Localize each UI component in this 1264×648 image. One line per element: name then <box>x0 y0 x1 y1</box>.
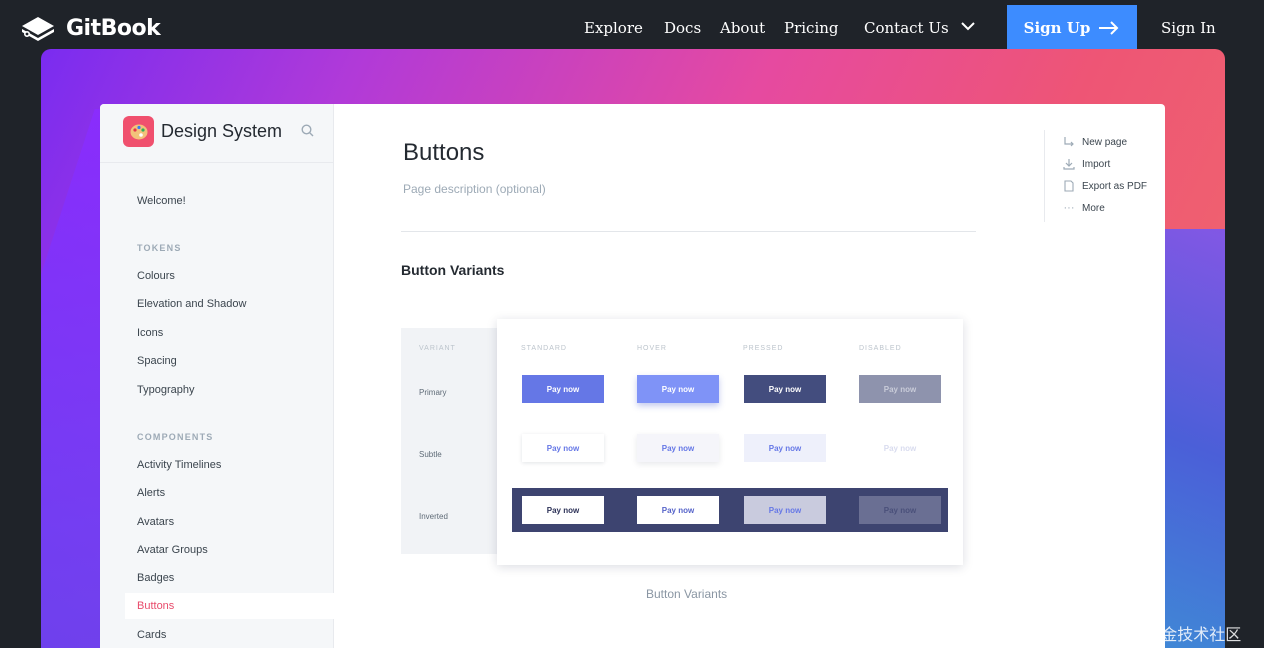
chevron-down-icon <box>961 22 976 31</box>
nav-explore[interactable]: Explore <box>584 19 643 37</box>
sidebar-item-elevation[interactable]: Elevation and Shadow <box>137 298 246 310</box>
sidebar-item-avatar-groups[interactable]: Avatar Groups <box>137 544 208 556</box>
sign-in-link[interactable]: Sign In <box>1161 19 1216 37</box>
sidebar-item-spacing[interactable]: Spacing <box>137 355 177 367</box>
sidebar-item-welcome[interactable]: Welcome! <box>137 195 186 207</box>
sidebar-item-typography[interactable]: Typography <box>137 384 194 396</box>
variant-subtle-label: Subtle <box>419 450 442 459</box>
space-title: Design System <box>161 121 283 141</box>
nav-docs[interactable]: Docs <box>664 19 701 37</box>
search-icon[interactable] <box>301 124 314 137</box>
sidebar-item-colours[interactable]: Colours <box>137 270 175 282</box>
state-standard-heading: STANDARD <box>521 345 567 352</box>
subtle-disabled-button: Pay now <box>859 434 941 462</box>
nav-pricing[interactable]: Pricing <box>784 19 839 37</box>
import-label: Import <box>1082 158 1111 170</box>
primary-standard-button[interactable]: Pay now <box>522 375 604 403</box>
brand-name: GitBook <box>66 15 161 41</box>
watermark: @稀土掘金技术社区 <box>1097 627 1242 644</box>
top-navigation: GitBook Explore Docs About Pricing Conta… <box>0 0 1264 56</box>
page-description[interactable]: Page description (optional) <box>403 182 546 196</box>
gitbook-logo-icon <box>22 17 54 41</box>
sidebar-item-badges[interactable]: Badges <box>137 572 174 584</box>
import-action[interactable]: Import <box>1063 158 1110 170</box>
space-header[interactable]: Design System <box>123 116 282 147</box>
variant-inverted-label: Inverted <box>419 512 448 521</box>
arrow-right-icon <box>1099 20 1119 35</box>
sign-up-button[interactable]: Sign Up <box>1007 5 1137 50</box>
export-pdf-label: Export as PDF <box>1082 180 1148 192</box>
sidebar-heading-tokens: TOKENS <box>137 243 182 253</box>
new-page-action[interactable]: New page <box>1063 136 1127 148</box>
state-pressed-heading: PRESSED <box>743 345 784 352</box>
more-label: More <box>1082 202 1105 214</box>
page-title[interactable]: Buttons <box>403 139 484 167</box>
subtle-pressed-button[interactable]: Pay now <box>744 434 826 462</box>
variant-heading: VARIANT <box>419 345 456 352</box>
more-action[interactable]: ··· More <box>1063 202 1105 214</box>
sidebar: Design System Welcome! TOKENS Colours El… <box>100 104 334 648</box>
title-divider <box>401 231 976 232</box>
import-icon <box>1063 159 1075 170</box>
inverted-standard-button[interactable]: Pay now <box>522 496 604 524</box>
nav-contact-label: Contact Us <box>864 19 949 37</box>
gitbook-logo[interactable]: GitBook <box>18 12 161 44</box>
primary-disabled-button: Pay now <box>859 375 941 403</box>
figure-caption: Button Variants <box>646 587 728 601</box>
button-variants-card: STANDARD HOVER PRESSED DISABLED Pay now … <box>497 319 963 565</box>
export-pdf-action[interactable]: Export as PDF <box>1063 180 1147 192</box>
primary-pressed-button[interactable]: Pay now <box>744 375 826 403</box>
section-title: Button Variants <box>401 262 505 278</box>
page-actions: New page Import Export as PDF ··· More <box>1044 130 1164 222</box>
sidebar-item-activity-timelines[interactable]: Activity Timelines <box>137 459 221 471</box>
more-dots-icon: ··· <box>1063 202 1075 214</box>
state-disabled-heading: DISABLED <box>859 345 902 352</box>
nav-contact-us[interactable]: Contact Us <box>864 19 976 37</box>
app-preview-window: Design System Welcome! TOKENS Colours El… <box>100 104 1165 648</box>
variant-column: VARIANT Primary Subtle Inverted <box>401 328 501 554</box>
sidebar-item-avatars[interactable]: Avatars <box>137 516 174 528</box>
palette-icon <box>123 116 154 147</box>
nav-about[interactable]: About <box>720 19 765 37</box>
sidebar-item-icons[interactable]: Icons <box>137 327 163 339</box>
subtle-hover-button[interactable]: Pay now <box>637 434 719 462</box>
sign-up-label: Sign Up <box>1023 18 1091 37</box>
sidebar-item-buttons-label: Buttons <box>137 600 175 612</box>
subtle-standard-button[interactable]: Pay now <box>522 434 604 462</box>
variant-primary-label: Primary <box>419 388 447 397</box>
new-page-label: New page <box>1082 136 1128 148</box>
sidebar-divider <box>100 162 334 163</box>
inverted-hover-button[interactable]: Pay now <box>637 496 719 524</box>
inverted-disabled-button: Pay now <box>859 496 941 524</box>
state-hover-heading: HOVER <box>637 345 667 352</box>
pdf-file-icon <box>1064 180 1074 192</box>
sidebar-heading-components: COMPONENTS <box>137 432 214 442</box>
new-page-icon <box>1064 137 1074 147</box>
primary-hover-button[interactable]: Pay now <box>637 375 719 403</box>
sidebar-item-cards[interactable]: Cards <box>137 629 166 641</box>
inverted-pressed-button[interactable]: Pay now <box>744 496 826 524</box>
sidebar-item-alerts[interactable]: Alerts <box>137 487 165 499</box>
